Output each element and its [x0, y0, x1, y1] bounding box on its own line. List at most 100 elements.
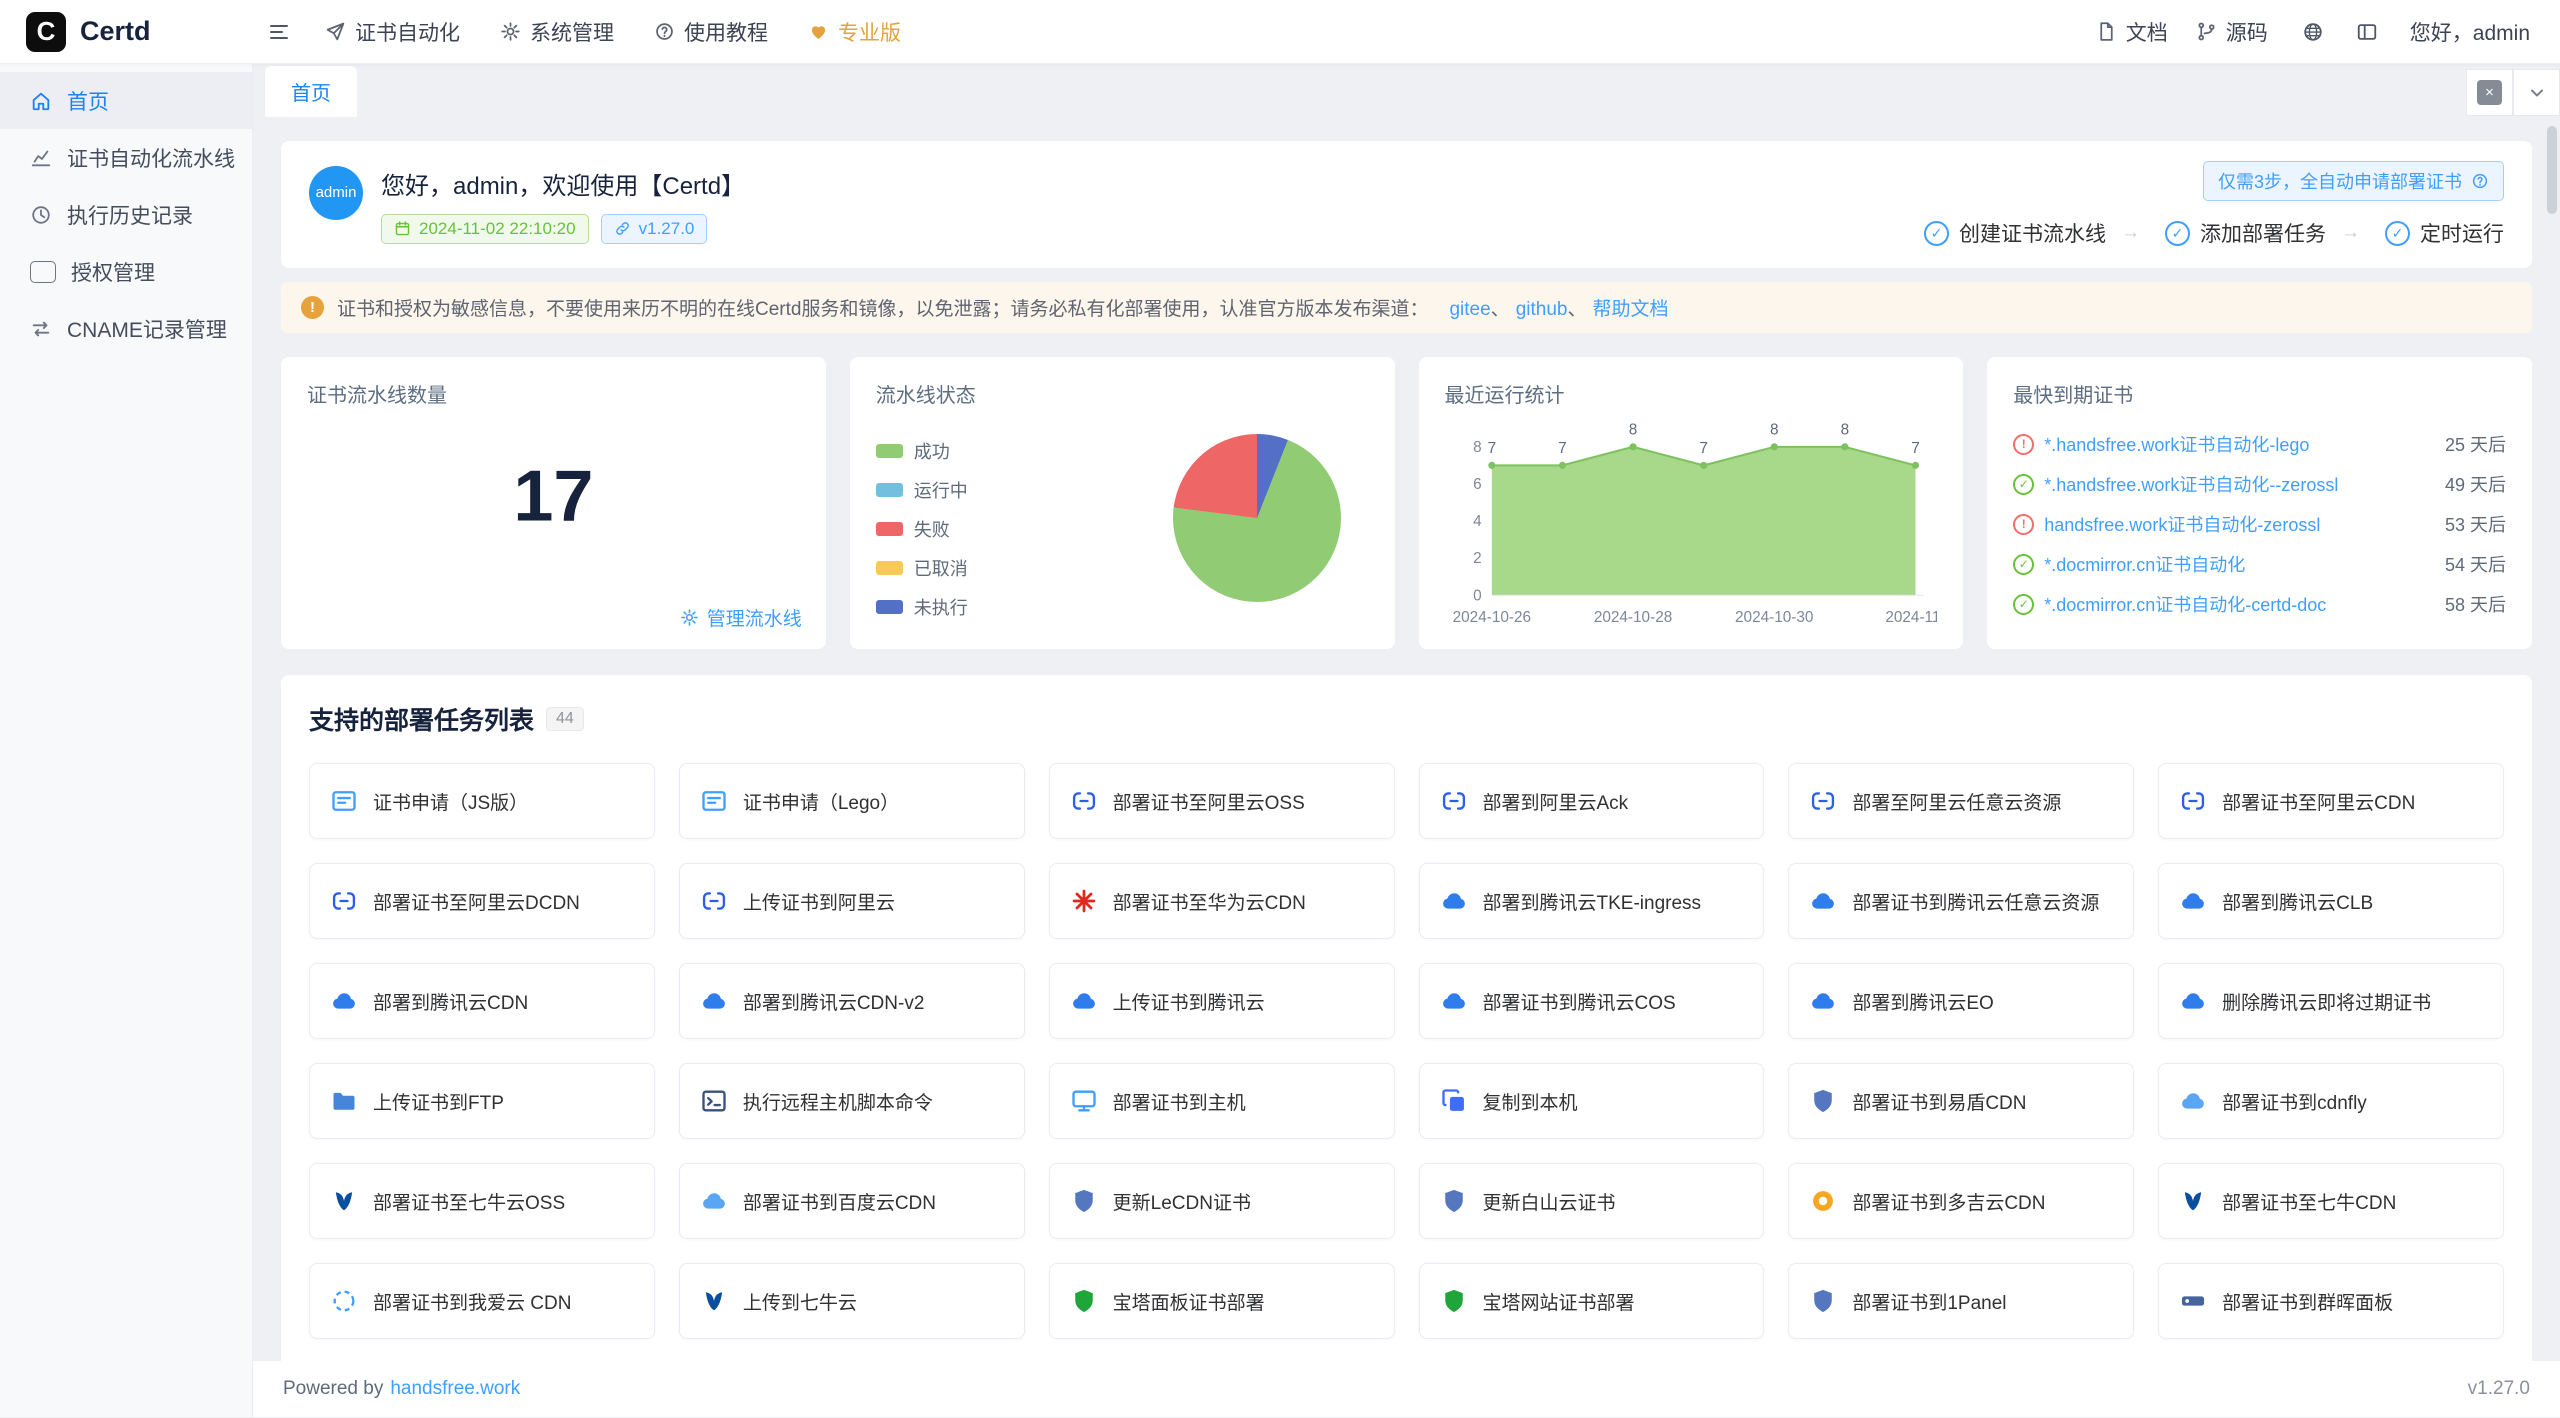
deploy-task-item[interactable]: 证书申请（JS版）	[309, 763, 655, 839]
top-menu-item[interactable]: 使用教程	[634, 0, 788, 64]
deploy-task-item[interactable]: 上传证书到FTP	[309, 1063, 655, 1139]
deploy-task-item[interactable]: 部署到腾讯云CLB	[2158, 863, 2504, 939]
deploy-task-item[interactable]: 部署到阿里云Ack	[1419, 763, 1765, 839]
legend-item[interactable]: 运行中	[876, 477, 968, 503]
task-count-badge: 44	[546, 707, 584, 731]
deploy-task-item[interactable]: 部署证书至华为云CDN	[1049, 863, 1395, 939]
deploy-task-item[interactable]: 部署证书到群晖面板	[2158, 1263, 2504, 1339]
handsfree-link[interactable]: handsfree.work	[390, 1378, 520, 1399]
deploy-task-item[interactable]: 部署证书到易盾CDN	[1788, 1063, 2134, 1139]
deploy-task-item[interactable]: 证书申请（Lego）	[679, 763, 1025, 839]
deploy-task-item[interactable]: 部署证书到1Panel	[1788, 1263, 2134, 1339]
quickstart-promo-button[interactable]: 仅需3步，全自动申请部署证书	[2203, 161, 2504, 201]
deploy-task-item[interactable]: 部署证书到腾讯云任意云资源	[1788, 863, 2134, 939]
deploy-task-item[interactable]: 部署到腾讯云CDN-v2	[679, 963, 1025, 1039]
top-menu-item[interactable]: 专业版	[788, 0, 921, 64]
deploy-task-item[interactable]: 宝塔面板证书部署	[1049, 1263, 1395, 1339]
svg-text:2024-10-30: 2024-10-30	[1735, 609, 1813, 626]
deploy-task-item[interactable]: 部署证书至阿里云DCDN	[309, 863, 655, 939]
layout-settings-button[interactable]	[2344, 0, 2390, 64]
recent-runs-card: 最近运行统计 0246877878872024-10-262024-10-282…	[1419, 357, 1964, 649]
top-menu-item[interactable]: 证书自动化	[305, 0, 480, 64]
navbar-right: 文档 源码 您好，admin	[2082, 0, 2560, 64]
cert-name-link[interactable]: handsfree.work证书自动化-zerossl	[2044, 511, 2429, 537]
cert-status-icon	[2013, 514, 2034, 535]
cert-name-link[interactable]: *.handsfree.work证书自动化--zerossl	[2044, 471, 2429, 497]
task-label: 部署证书到多吉云CDN	[1852, 1188, 2045, 1215]
legend-item[interactable]: 已取消	[876, 555, 968, 581]
task-icon	[2179, 1287, 2207, 1315]
deploy-task-item[interactable]: 部署证书至七牛CDN	[2158, 1163, 2504, 1239]
sidebar-item[interactable]: 执行历史记录	[0, 186, 252, 243]
deploy-task-item[interactable]: 上传证书到阿里云	[679, 863, 1025, 939]
sidebar-item[interactable]: 授权管理	[0, 243, 252, 300]
user-greeting[interactable]: 您好，admin	[2410, 17, 2530, 47]
sidebar-item[interactable]: 证书自动化流水线	[0, 129, 252, 186]
scrollbar-thumb[interactable]	[2547, 126, 2557, 214]
deploy-task-item[interactable]: 宝塔网站证书部署	[1419, 1263, 1765, 1339]
task-icon	[1440, 1287, 1468, 1315]
deploy-task-item[interactable]: 部署证书到主机	[1049, 1063, 1395, 1139]
deploy-task-item[interactable]: 上传证书到腾讯云	[1049, 963, 1395, 1039]
task-label: 部署到腾讯云EO	[1852, 988, 1993, 1015]
task-label: 证书申请（JS版）	[373, 788, 528, 815]
deploy-task-item[interactable]: 部署证书到cdnfly	[2158, 1063, 2504, 1139]
notice-link[interactable]: github	[1516, 294, 1587, 321]
tab-home[interactable]: 首页	[265, 66, 357, 117]
legend-item[interactable]: 失败	[876, 516, 968, 542]
deploy-task-item[interactable]: 部署证书至阿里云OSS	[1049, 763, 1395, 839]
navbar-link[interactable]: 文档	[2082, 0, 2182, 64]
language-button[interactable]	[2290, 0, 2336, 64]
deploy-task-item[interactable]: 复制到本机	[1419, 1063, 1765, 1139]
sidebar-collapse-button[interactable]	[253, 0, 305, 64]
task-label: 部署证书到cdnfly	[2222, 1088, 2367, 1115]
task-label: 上传证书到腾讯云	[1113, 988, 1265, 1015]
deploy-task-item[interactable]: 部署到腾讯云CDN	[309, 963, 655, 1039]
task-icon	[1070, 1087, 1098, 1115]
svg-text:8: 8	[1473, 439, 1482, 456]
deploy-task-item[interactable]: 部署证书到我爱云 CDN	[309, 1263, 655, 1339]
page-content: admin 您好，admin，欢迎使用【Certd】 2024-11-02 22…	[253, 117, 2560, 1361]
manage-pipelines-link[interactable]: 管理流水线	[680, 604, 802, 631]
legend-item[interactable]: 未执行	[876, 594, 968, 620]
task-label: 上传到七牛云	[743, 1288, 857, 1315]
task-icon	[700, 1087, 728, 1115]
deploy-task-item[interactable]: 部署至阿里云任意云资源	[1788, 763, 2134, 839]
notice-link[interactable]: gitee	[1449, 294, 1509, 321]
sidebar: 首页 证书自动化流水线 执行历史记录 授权管理 CNAME记录管理	[0, 64, 253, 1417]
deploy-task-item[interactable]: 部署证书至七牛云OSS	[309, 1163, 655, 1239]
sidebar-item[interactable]: CNAME记录管理	[0, 300, 252, 357]
deploy-task-item[interactable]: 部署证书至阿里云CDN	[2158, 763, 2504, 839]
cert-name-link[interactable]: *.handsfree.work证书自动化-lego	[2044, 431, 2429, 457]
tab-dropdown-button[interactable]	[2513, 69, 2560, 116]
menu-item-icon	[325, 21, 346, 42]
deploy-task-item[interactable]: 部署到腾讯云TKE-ingress	[1419, 863, 1765, 939]
deploy-task-item[interactable]: 部署证书到多吉云CDN	[1788, 1163, 2134, 1239]
cert-name-link[interactable]: *.docmirror.cn证书自动化-certd-doc	[2044, 591, 2429, 617]
legend-item[interactable]: 成功	[876, 438, 968, 464]
deploy-task-item[interactable]: 删除腾讯云即将过期证书	[2158, 963, 2504, 1039]
deploy-title: 支持的部署任务列表	[309, 701, 534, 737]
scrollbar[interactable]	[2547, 126, 2557, 1357]
top-menu-item[interactable]: 系统管理	[480, 0, 634, 64]
navbar-link[interactable]: 源码	[2182, 0, 2282, 64]
task-label: 部署到阿里云Ack	[1483, 788, 1629, 815]
deploy-task-item[interactable]: 部署到腾讯云EO	[1788, 963, 2134, 1039]
task-icon	[700, 787, 728, 815]
cert-status-icon	[2013, 474, 2034, 495]
sidebar-item[interactable]: 首页	[0, 72, 252, 129]
cert-name-link[interactable]: *.docmirror.cn证书自动化	[2044, 551, 2429, 577]
svg-text:0: 0	[1473, 587, 1482, 604]
deploy-task-item[interactable]: 部署证书到百度云CDN	[679, 1163, 1025, 1239]
deploy-task-item[interactable]: 部署证书到腾讯云COS	[1419, 963, 1765, 1039]
run-area-chart: 0246877878872024-10-262024-10-282024-10-…	[1445, 410, 1938, 630]
notice-link[interactable]: 帮助文档	[1592, 294, 1668, 321]
deploy-task-item[interactable]: 更新白山云证书	[1419, 1163, 1765, 1239]
deploy-task-item[interactable]: 执行远程主机脚本命令	[679, 1063, 1025, 1139]
deploy-task-item[interactable]: 上传到七牛云	[679, 1263, 1025, 1339]
tab-close-button[interactable]: ×	[2466, 69, 2513, 116]
menu-item-icon	[808, 21, 829, 42]
menu-item-label: 系统管理	[530, 17, 614, 47]
svg-text:7: 7	[1699, 440, 1708, 457]
deploy-task-item[interactable]: 更新LeCDN证书	[1049, 1163, 1395, 1239]
